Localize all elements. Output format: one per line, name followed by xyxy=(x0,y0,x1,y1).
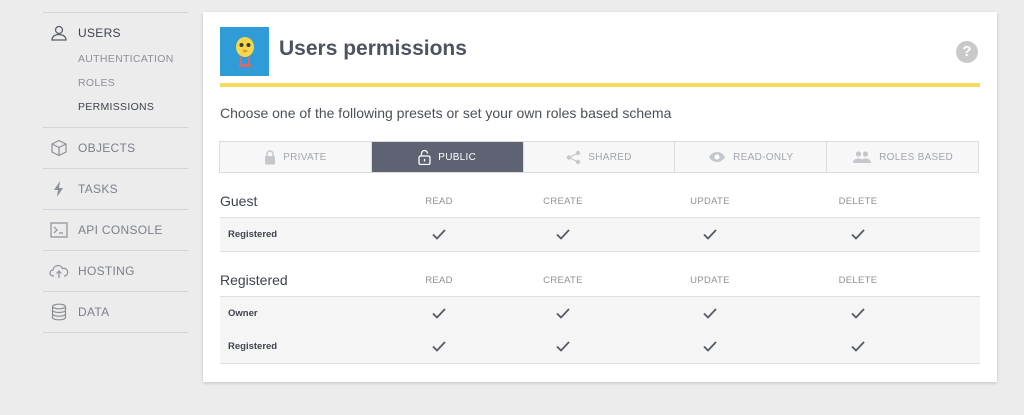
tab-public[interactable]: PUBLIC xyxy=(371,142,524,172)
database-icon xyxy=(49,302,69,322)
delete-check-icon[interactable] xyxy=(830,341,886,352)
app-logo xyxy=(220,27,269,76)
update-check-icon[interactable] xyxy=(682,229,738,240)
cube-icon xyxy=(49,138,69,158)
update-check-icon[interactable] xyxy=(682,308,738,319)
nav-group-objects: OBJECTS xyxy=(43,127,188,168)
sidebar-item-label: HOSTING xyxy=(78,264,135,278)
delete-check-icon[interactable] xyxy=(830,308,886,319)
sidebar-item-label: OBJECTS xyxy=(78,141,136,155)
column-header-update: UPDATE xyxy=(690,195,730,207)
eye-icon xyxy=(708,151,726,163)
sidebar-item-hosting[interactable]: HOSTING xyxy=(43,251,188,291)
read-check-icon[interactable] xyxy=(414,341,464,352)
users-submenu: AUTHENTICATION ROLES PERMISSIONS xyxy=(43,47,188,127)
group-rows: Registered xyxy=(220,217,980,252)
sidebar-item-tasks[interactable]: TASKS xyxy=(43,169,188,209)
column-header-update: UPDATE xyxy=(690,274,730,286)
group-rows: Owner Registered xyxy=(220,296,980,364)
permissions-group-registered: Registered READ CREATE UPDATE DELETE Own… xyxy=(220,264,980,364)
table-row: Registered xyxy=(220,330,980,363)
read-check-icon[interactable] xyxy=(414,229,464,240)
tab-label: READ-ONLY xyxy=(733,151,794,163)
create-check-icon[interactable] xyxy=(535,308,591,319)
row-role-name: Registered xyxy=(228,229,278,240)
table-row: Registered xyxy=(220,218,980,251)
nav-group-hosting: HOSTING xyxy=(43,250,188,291)
table-row: Owner xyxy=(220,297,980,330)
nav-group-data: DATA xyxy=(43,291,188,333)
sidebar-item-label: DATA xyxy=(78,305,110,319)
lightning-icon xyxy=(49,179,69,199)
tab-private[interactable]: PRIVATE xyxy=(220,142,372,172)
user-icon xyxy=(49,23,69,43)
row-role-name: Owner xyxy=(228,308,258,319)
cloud-upload-icon xyxy=(49,261,69,281)
delete-check-icon[interactable] xyxy=(830,229,886,240)
sidebar-subitem-permissions[interactable]: PERMISSIONS xyxy=(78,95,188,119)
sidebar-item-label: TASKS xyxy=(78,182,118,196)
sidebar-item-data[interactable]: DATA xyxy=(43,292,188,332)
nav-group-users: USERS AUTHENTICATION ROLES PERMISSIONS xyxy=(43,12,188,127)
group-name: Guest xyxy=(220,193,258,209)
column-header-read: READ xyxy=(425,195,453,207)
create-check-icon[interactable] xyxy=(535,229,591,240)
presets-description: Choose one of the following presets or s… xyxy=(220,105,672,121)
column-header-delete: DELETE xyxy=(838,195,878,207)
preset-tabs: PRIVATE PUBLIC SHARED READ-ONLY ROLES BA… xyxy=(219,141,979,173)
group-icon xyxy=(852,151,872,163)
tab-label: PUBLIC xyxy=(438,151,477,163)
permissions-card: Users permissions ? Choose one of the fo… xyxy=(203,12,997,382)
tab-roles-based[interactable]: ROLES BASED xyxy=(827,142,978,172)
share-icon xyxy=(566,150,581,165)
terminal-icon xyxy=(49,220,69,240)
tab-label: ROLES BASED xyxy=(879,151,954,163)
group-name: Registered xyxy=(220,272,288,288)
group-header: Guest READ CREATE UPDATE DELETE xyxy=(220,185,980,217)
row-role-name: Registered xyxy=(228,341,278,352)
create-check-icon[interactable] xyxy=(535,341,591,352)
sidebar-subitem-roles[interactable]: ROLES xyxy=(78,71,188,95)
column-header-delete: DELETE xyxy=(838,274,878,286)
tab-label: SHARED xyxy=(588,151,632,163)
nav-group-tasks: TASKS xyxy=(43,168,188,209)
lock-icon xyxy=(264,149,276,165)
read-check-icon[interactable] xyxy=(414,308,464,319)
sidebar: USERS AUTHENTICATION ROLES PERMISSIONS O… xyxy=(43,12,188,333)
sidebar-item-api-console[interactable]: API CONSOLE xyxy=(43,210,188,250)
column-header-create: CREATE xyxy=(543,274,583,286)
tab-shared[interactable]: SHARED xyxy=(524,142,676,172)
tab-read-only[interactable]: READ-ONLY xyxy=(675,142,828,172)
page-title: Users permissions xyxy=(279,37,467,60)
unlock-icon xyxy=(418,149,431,165)
card-header: Users permissions ? xyxy=(220,27,980,87)
column-header-create: CREATE xyxy=(543,195,583,207)
tab-label: PRIVATE xyxy=(283,151,327,163)
permissions-group-guest: Guest READ CREATE UPDATE DELETE Register… xyxy=(220,185,980,252)
sidebar-item-label: USERS xyxy=(78,26,121,40)
sidebar-item-objects[interactable]: OBJECTS xyxy=(43,128,188,168)
help-icon[interactable]: ? xyxy=(956,41,978,63)
nav-group-api-console: API CONSOLE xyxy=(43,209,188,250)
column-header-read: READ xyxy=(425,274,453,286)
update-check-icon[interactable] xyxy=(682,341,738,352)
group-header: Registered READ CREATE UPDATE DELETE xyxy=(220,264,980,296)
sidebar-subitem-authentication[interactable]: AUTHENTICATION xyxy=(78,47,188,71)
sidebar-item-label: API CONSOLE xyxy=(78,223,163,237)
